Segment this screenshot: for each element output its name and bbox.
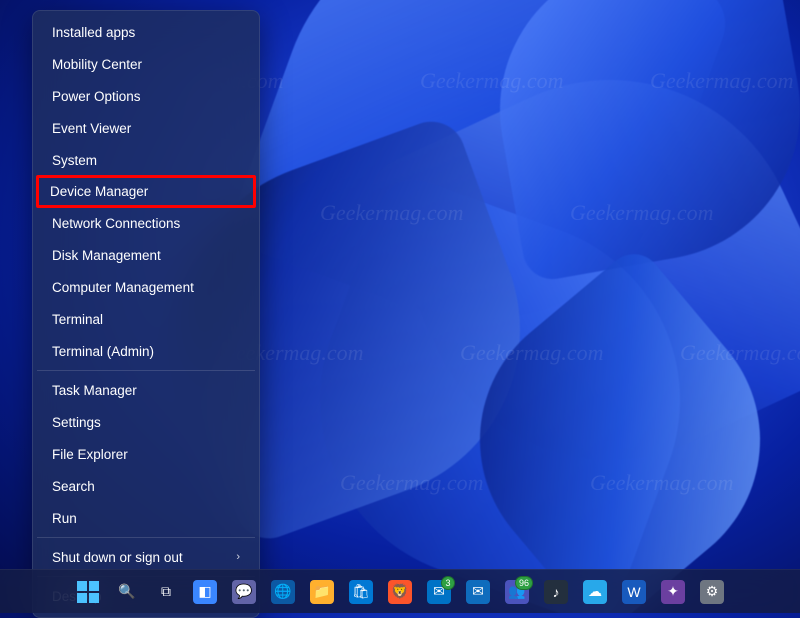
folder-icon: 📁 xyxy=(310,580,334,604)
widgets-button[interactable]: ◧ xyxy=(188,575,222,609)
outlook-icon: ✉ xyxy=(466,580,490,604)
search-button[interactable]: 🔍 xyxy=(110,575,144,609)
menu-separator xyxy=(37,370,255,371)
widgets-icon: ◧ xyxy=(193,580,217,604)
menu-computer-management[interactable]: Computer Management xyxy=(38,271,254,303)
menu-power-options[interactable]: Power Options xyxy=(38,80,254,112)
onedrive-button[interactable]: ☁ xyxy=(578,575,612,609)
menu-item-label: Power Options xyxy=(52,89,141,104)
copilot-icon: ✦ xyxy=(661,580,685,604)
search-icon: 🔍 xyxy=(115,580,139,604)
taskview-icon: ⧉ xyxy=(154,580,178,604)
menu-event-viewer[interactable]: Event Viewer xyxy=(38,112,254,144)
menu-item-label: Installed apps xyxy=(52,25,135,40)
windows-logo-icon xyxy=(77,581,99,603)
start-button[interactable] xyxy=(71,575,105,609)
gear-icon: ⚙ xyxy=(700,580,724,604)
menu-item-label: Shut down or sign out xyxy=(52,550,183,565)
menu-terminal[interactable]: Terminal xyxy=(38,303,254,335)
menu-installed-apps[interactable]: Installed apps xyxy=(38,16,254,48)
notification-badge: 3 xyxy=(441,576,455,590)
outlook-button[interactable]: ✉ xyxy=(461,575,495,609)
store-icon: 🛍 xyxy=(349,580,373,604)
copilot-button[interactable]: ✦ xyxy=(656,575,690,609)
menu-search[interactable]: Search xyxy=(38,470,254,502)
amazon-music-icon: ♪ xyxy=(544,580,568,604)
menu-item-label: Mobility Center xyxy=(52,57,142,72)
task-view-button[interactable]: ⧉ xyxy=(149,575,183,609)
store-button[interactable]: 🛍 xyxy=(344,575,378,609)
menu-item-label: Task Manager xyxy=(52,383,137,398)
menu-item-label: Device Manager xyxy=(50,184,148,199)
menu-item-label: Terminal xyxy=(52,312,103,327)
brave-button[interactable]: 🦁 xyxy=(383,575,417,609)
menu-item-label: Terminal (Admin) xyxy=(52,344,154,359)
notification-badge: 96 xyxy=(515,576,533,590)
chat-icon: 💬 xyxy=(232,580,256,604)
word-icon: W xyxy=(622,580,646,604)
chat-button[interactable]: 💬 xyxy=(227,575,261,609)
onedrive-icon: ☁ xyxy=(583,580,607,604)
menu-separator xyxy=(37,537,255,538)
menu-disk-management[interactable]: Disk Management xyxy=(38,239,254,271)
teams-button[interactable]: 👥96 xyxy=(500,575,534,609)
menu-device-manager[interactable]: Device Manager xyxy=(36,175,256,208)
amazon-music-button[interactable]: ♪ xyxy=(539,575,573,609)
menu-item-label: System xyxy=(52,153,97,168)
brave-icon: 🦁 xyxy=(388,580,412,604)
menu-settings[interactable]: Settings xyxy=(38,406,254,438)
menu-item-label: Run xyxy=(52,511,77,526)
menu-item-label: Network Connections xyxy=(52,216,180,231)
menu-item-label: Search xyxy=(52,479,95,494)
winx-context-menu: Installed apps Mobility Center Power Optio… xyxy=(32,10,260,618)
menu-item-label: File Explorer xyxy=(52,447,128,462)
edge-icon: 🌐 xyxy=(271,580,295,604)
menu-item-label: Computer Management xyxy=(52,280,194,295)
menu-terminal-admin[interactable]: Terminal (Admin) xyxy=(38,335,254,367)
mail-button[interactable]: ✉3 xyxy=(422,575,456,609)
menu-network-connections[interactable]: Network Connections xyxy=(38,207,254,239)
settings-button[interactable]: ⚙ xyxy=(695,575,729,609)
explorer-button[interactable]: 📁 xyxy=(305,575,339,609)
edge-button[interactable]: 🌐 xyxy=(266,575,300,609)
menu-system[interactable]: System xyxy=(38,144,254,176)
menu-item-label: Event Viewer xyxy=(52,121,131,136)
word-button[interactable]: W xyxy=(617,575,651,609)
chevron-right-icon: › xyxy=(236,551,240,563)
menu-file-explorer[interactable]: File Explorer xyxy=(38,438,254,470)
menu-item-label: Disk Management xyxy=(52,248,161,263)
menu-run[interactable]: Run xyxy=(38,502,254,534)
menu-task-manager[interactable]: Task Manager xyxy=(38,374,254,406)
menu-mobility-center[interactable]: Mobility Center xyxy=(38,48,254,80)
menu-item-label: Settings xyxy=(52,415,101,430)
taskbar: 🔍 ⧉ ◧ 💬 🌐 📁 🛍 🦁 ✉3 ✉ 👥96 ♪ ☁ W ✦ ⚙ xyxy=(0,569,800,613)
